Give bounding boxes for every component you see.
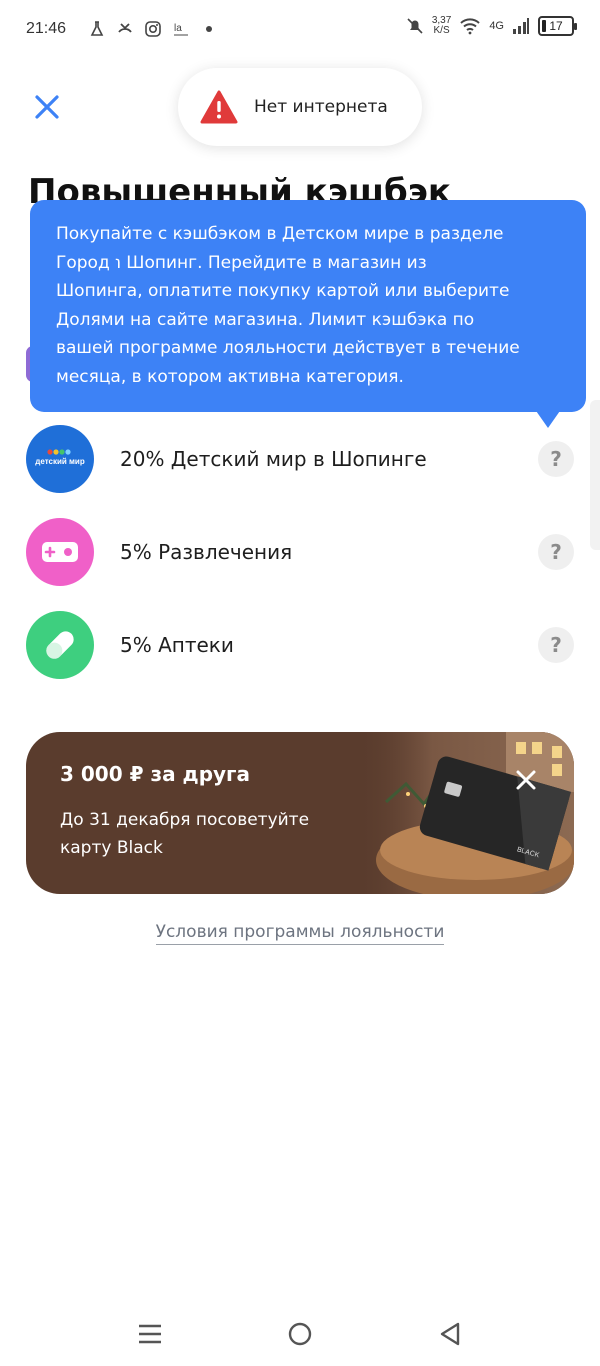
help-button[interactable]: ?: [538, 534, 574, 570]
category-label: 20% Детский мир в Шопинге: [120, 447, 427, 471]
tooltip-line: вашей программе лояльности действует в т…: [56, 338, 520, 358]
tooltip-line: Город ℩ Шопинг. Перейдите в магазин из: [56, 252, 427, 273]
terms-link-container: Условия программы лояльности: [0, 922, 600, 945]
wifi-icon: [460, 18, 481, 35]
gallery-icon: la: [174, 23, 188, 36]
warning-icon: [200, 90, 238, 124]
dot-icon: [206, 26, 212, 32]
detsky-mir-logo-text: детский мир: [35, 457, 85, 466]
missed-call-icon: [118, 23, 132, 33]
tooltip-line: Шопинга, оплатите покупку картой или выб…: [56, 281, 510, 301]
network-type: 4G: [489, 20, 504, 32]
category-row-pharmacy[interactable]: 5% Аптеки ?: [26, 611, 574, 679]
cashback-tooltip: Покупайте с кэшбэком в Детском мире в ра…: [30, 200, 586, 412]
close-icon[interactable]: [510, 764, 542, 796]
battery-icon: 17: [538, 16, 577, 36]
instagram-icon: [145, 21, 161, 37]
close-icon[interactable]: [30, 90, 64, 124]
network-speed: 3,37 K/S: [432, 16, 451, 36]
signal-icon: [513, 18, 529, 34]
tooltip-line: Покупайте с кэшбэком в Детском мире в ра…: [56, 224, 504, 244]
status-left-icons: la: [88, 20, 218, 38]
home-icon[interactable]: [282, 1316, 318, 1352]
help-button[interactable]: ?: [538, 627, 574, 663]
category-row-detsky-mir[interactable]: детский мир 20% Детский мир в Шопинге ?: [26, 425, 574, 493]
detsky-mir-icon: детский мир: [26, 425, 94, 493]
lab-flask-icon: [90, 21, 104, 36]
system-nav-bar: [0, 1300, 600, 1366]
category-row-entertainment[interactable]: 5% Развлечения ?: [26, 518, 574, 586]
toast-text: Нет интернета: [254, 97, 388, 117]
category-label: 5% Аптеки: [120, 633, 234, 657]
gamepad-icon: [26, 518, 94, 586]
menu-icon[interactable]: [132, 1316, 168, 1352]
pill-icon: [26, 611, 94, 679]
category-label: 5% Развлечения: [120, 540, 293, 564]
black-card-illustration: BLACK: [356, 732, 574, 894]
mute-bell-icon: [407, 18, 423, 34]
edge-handle[interactable]: [590, 400, 600, 550]
status-bar: 21:46 la 3,37 K/S 4G 17: [0, 0, 600, 60]
back-icon[interactable]: [432, 1316, 468, 1352]
status-right: 3,37 K/S 4G 17: [406, 16, 577, 36]
speed-unit: K/S: [433, 25, 450, 36]
no-internet-toast: Нет интернета: [178, 68, 422, 146]
refer-friend-banner[interactable]: BLACK 3 000 ₽ за друга До 31 декабря пос…: [26, 732, 574, 894]
tooltip-line: месяца, в котором активна категория.: [56, 366, 404, 387]
status-time: 21:46: [26, 20, 67, 37]
tooltip-line: Долями на сайте магазина. Лимит кэшбэка …: [56, 309, 475, 330]
loyalty-terms-link[interactable]: Условия программы лояльности: [155, 922, 445, 945]
promo-title: 3 000 ₽ за друга: [60, 762, 250, 786]
svg-text:la: la: [174, 23, 182, 34]
promo-description: До 31 декабря посоветуйте карту Black: [60, 810, 310, 858]
battery-level: 17: [549, 19, 563, 33]
help-button[interactable]: ?: [538, 441, 574, 477]
